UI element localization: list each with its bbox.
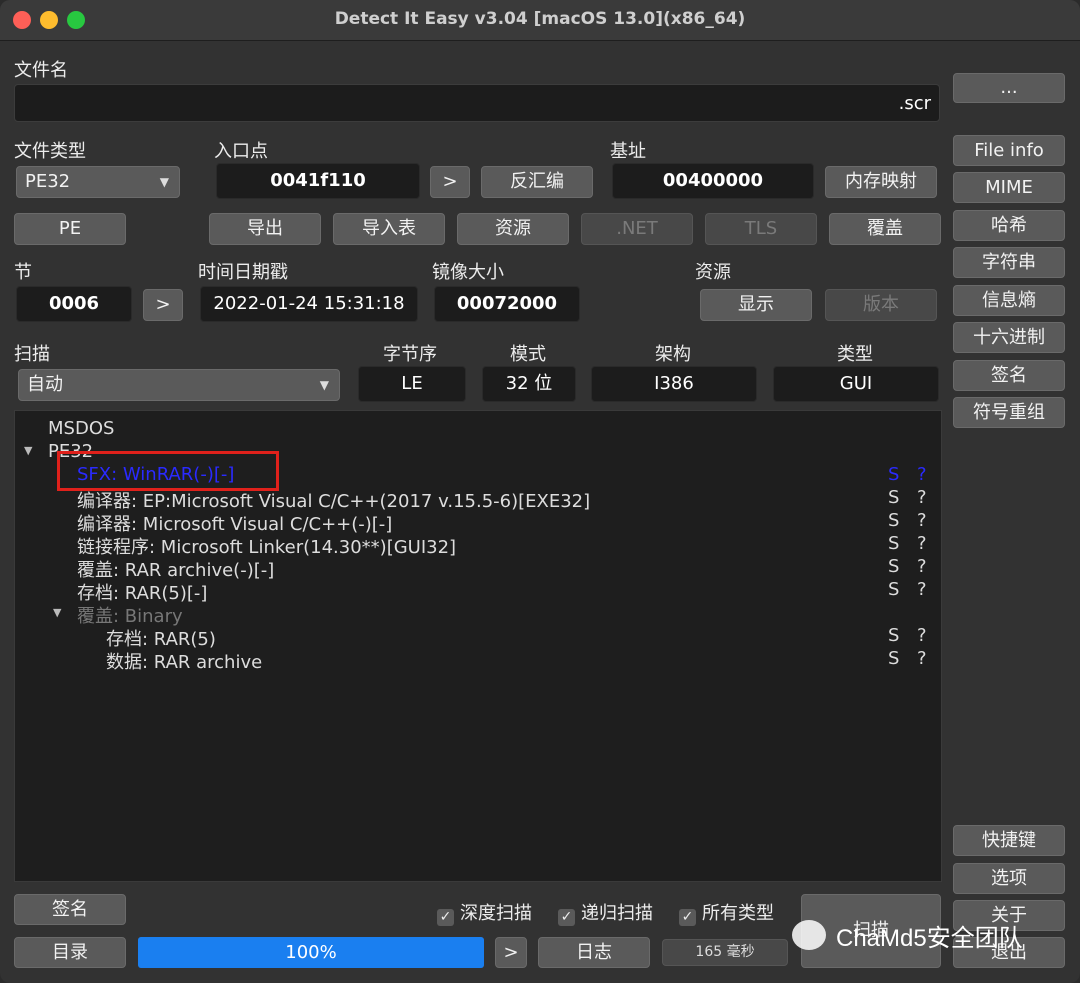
- triangle-down-icon[interactable]: ▼: [53, 606, 61, 619]
- signature-flag[interactable]: S: [888, 464, 899, 485]
- import-button[interactable]: 导入表: [333, 213, 445, 245]
- signatures-bottom-button[interactable]: 签名: [14, 894, 126, 925]
- recursive-scan-checkbox[interactable]: ✓ 递归扫描: [558, 899, 653, 926]
- chevron-down-icon: ▼: [159, 175, 169, 189]
- arch-value: I386: [591, 366, 757, 402]
- type-label: 类型: [837, 344, 873, 365]
- deep-scan-checkbox[interactable]: ✓ 深度扫描: [437, 899, 532, 926]
- disassemble-button[interactable]: 反汇编: [481, 166, 593, 198]
- deep-scan-label: 深度扫描: [460, 903, 532, 924]
- filetype-value: PE32: [25, 171, 71, 192]
- filename-value: .scr: [898, 93, 931, 114]
- section-next-button[interactable]: >: [143, 289, 183, 321]
- tree-item[interactable]: 数据: RAR archive: [106, 648, 262, 674]
- filetype-select[interactable]: PE32 ▼: [16, 166, 180, 198]
- file-info-button[interactable]: File info: [953, 135, 1065, 166]
- info-flag[interactable]: ?: [917, 625, 927, 646]
- signature-flag[interactable]: S: [888, 579, 899, 600]
- entropy-button[interactable]: 信息熵: [953, 285, 1065, 316]
- signature-flag[interactable]: S: [888, 487, 899, 508]
- progress-bar: 100%: [138, 937, 484, 968]
- watermark-text: ChaMd5安全团队: [836, 925, 1023, 952]
- image-size-label: 镜像大小: [432, 262, 504, 283]
- resources-button[interactable]: 资源: [457, 213, 569, 245]
- scan-mode-select[interactable]: 自动 ▼: [18, 369, 340, 401]
- recursive-scan-label: 递归扫描: [581, 903, 653, 924]
- export-button[interactable]: 导出: [209, 213, 321, 245]
- image-size-value: 00072000: [434, 286, 580, 322]
- signatures-button[interactable]: 签名: [953, 360, 1065, 391]
- directory-button[interactable]: 目录: [14, 937, 126, 968]
- hex-button[interactable]: 十六进制: [953, 322, 1065, 353]
- endian-value: LE: [358, 366, 466, 402]
- base-label: 基址: [610, 141, 646, 162]
- memory-map-button[interactable]: 内存映射: [825, 166, 937, 198]
- entrypoint-value: 0041f110: [216, 163, 420, 199]
- hotkeys-button[interactable]: 快捷键: [953, 825, 1065, 856]
- triangle-down-icon[interactable]: ▼: [24, 444, 32, 457]
- signature-flag[interactable]: S: [888, 648, 899, 669]
- info-flag[interactable]: ?: [917, 579, 927, 600]
- scan-mode-value: 自动: [27, 374, 63, 395]
- chevron-down-icon: ▼: [319, 378, 329, 392]
- info-flag[interactable]: ?: [917, 487, 927, 508]
- show-resources-button[interactable]: 显示: [700, 289, 812, 321]
- signature-flag[interactable]: S: [888, 625, 899, 646]
- entrypoint-next-button[interactable]: >: [430, 166, 470, 198]
- pe-button[interactable]: PE: [14, 213, 126, 245]
- app-window: Detect It Easy v3.04 [macOS 13.0](x86_64…: [0, 0, 1080, 983]
- filetype-label: 文件类型: [14, 141, 86, 162]
- log-button[interactable]: 日志: [538, 937, 650, 968]
- browse-button[interactable]: ...: [953, 73, 1065, 103]
- bitmode-value: 32 位: [482, 366, 576, 402]
- info-flag[interactable]: ?: [917, 464, 927, 485]
- progress-label: 100%: [285, 942, 337, 963]
- check-icon: ✓: [437, 909, 454, 926]
- info-flag[interactable]: ?: [917, 556, 927, 577]
- signature-flag[interactable]: S: [888, 510, 899, 531]
- highlight-box: [57, 451, 279, 491]
- check-icon: ✓: [558, 909, 575, 926]
- all-types-checkbox[interactable]: ✓ 所有类型: [679, 899, 774, 926]
- timestamp-label: 时间日期戳: [198, 262, 288, 283]
- filename-label: 文件名: [14, 60, 68, 81]
- tls-button[interactable]: TLS: [705, 213, 817, 245]
- filename-field[interactable]: .scr: [14, 84, 940, 122]
- type-value: GUI: [773, 366, 939, 402]
- tree-node-msdos[interactable]: MSDOS: [48, 418, 114, 439]
- demangle-button[interactable]: 符号重组: [953, 397, 1065, 428]
- strings-button[interactable]: 字符串: [953, 247, 1065, 278]
- scan-label: 扫描: [14, 344, 50, 365]
- arch-label: 架构: [655, 344, 691, 365]
- signature-flag[interactable]: S: [888, 533, 899, 554]
- signature-flag[interactable]: S: [888, 556, 899, 577]
- window-title: Detect It Easy v3.04 [macOS 13.0](x86_64…: [334, 9, 746, 29]
- endian-label: 字节序: [383, 344, 437, 365]
- resource-label: 资源: [695, 262, 731, 283]
- check-icon: ✓: [679, 909, 696, 926]
- mime-button[interactable]: MIME: [953, 172, 1065, 203]
- hash-button[interactable]: 哈希: [953, 210, 1065, 241]
- watermark: ChaMd5安全团队: [792, 916, 1062, 956]
- all-types-label: 所有类型: [702, 903, 774, 924]
- base-value: 00400000: [612, 163, 814, 199]
- section-count: 0006: [16, 286, 132, 322]
- overlay-button[interactable]: 覆盖: [829, 213, 941, 245]
- section-label: 节: [14, 262, 32, 283]
- info-flag[interactable]: ?: [917, 648, 927, 669]
- results-tree[interactable]: MSDOS ▼ PE32 SFX: WinRAR(-)[-] 编译器: EP:M…: [14, 410, 942, 882]
- timestamp-value: 2022-01-24 15:31:18: [200, 286, 418, 322]
- progress-next-button[interactable]: >: [495, 937, 527, 968]
- info-flag[interactable]: ?: [917, 533, 927, 554]
- net-button[interactable]: .NET: [581, 213, 693, 245]
- elapsed-time: 165 毫秒: [662, 939, 788, 966]
- entrypoint-label: 入口点: [214, 141, 268, 162]
- version-button[interactable]: 版本: [825, 289, 937, 321]
- bitmode-label: 模式: [510, 344, 546, 365]
- title-bar: Detect It Easy v3.04 [macOS 13.0](x86_64…: [0, 0, 1080, 41]
- info-flag[interactable]: ?: [917, 510, 927, 531]
- options-button[interactable]: 选项: [953, 863, 1065, 894]
- wechat-icon: [792, 920, 826, 950]
